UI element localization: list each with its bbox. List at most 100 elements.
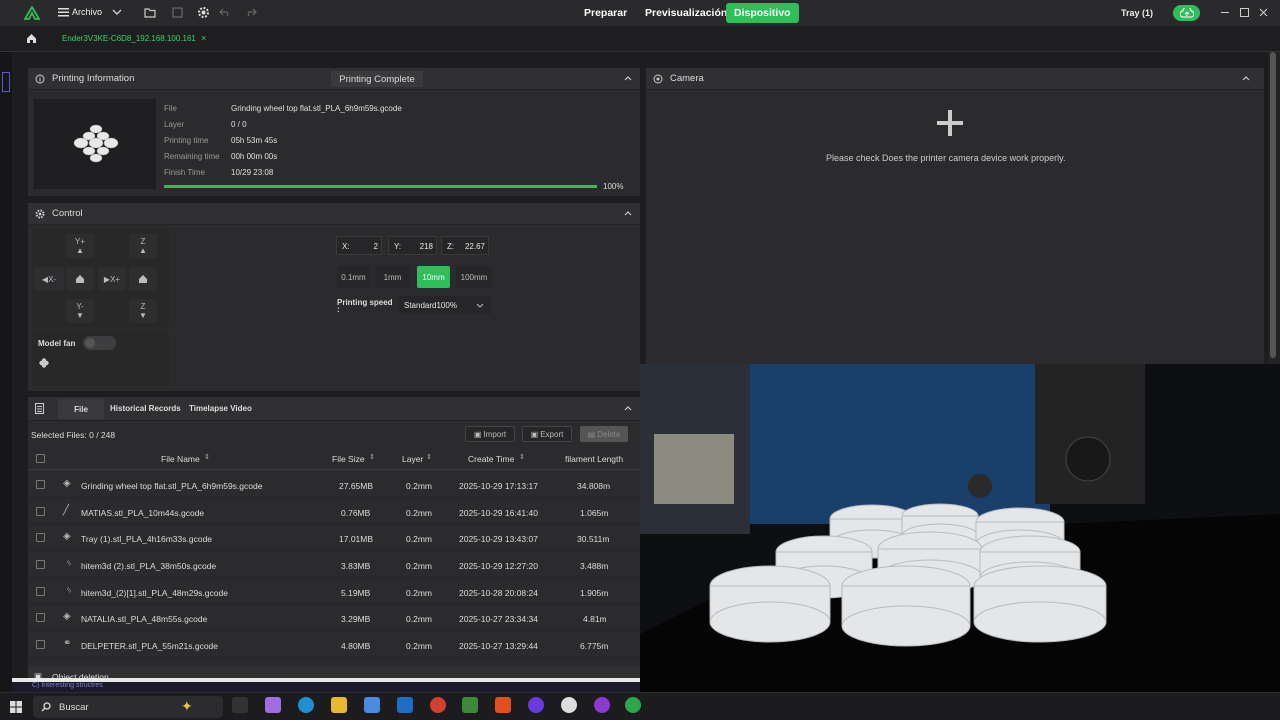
printing-speed-select[interactable]: Standard100% xyxy=(399,296,491,314)
row-checkbox[interactable] xyxy=(36,640,45,649)
add-camera-icon[interactable] xyxy=(937,110,963,136)
table-row[interactable]: ◈ NATALIA.stl_PLA_48m55s.gcode 3.29MB 0.2mm… xyxy=(28,605,640,631)
windows-start-icon[interactable] xyxy=(10,701,22,713)
tab-timelapse-video[interactable]: Timelapse Video xyxy=(189,404,252,413)
jog-z-down[interactable]: Z ▼ xyxy=(129,299,157,323)
row-checkbox[interactable] xyxy=(36,533,45,542)
camera-header[interactable]: Camera xyxy=(646,68,1264,90)
scrollbar-thumb[interactable] xyxy=(1270,52,1276,358)
collapse-icon[interactable] xyxy=(624,405,632,411)
table-row[interactable]: ◈ Grinding wheel top flat.stl_PLA_6h9m59s… xyxy=(28,472,640,498)
collapse-icon[interactable] xyxy=(1242,75,1250,81)
chrome-icon[interactable] xyxy=(430,697,446,713)
export-button[interactable]: ▣ Export xyxy=(522,426,572,442)
gear-icon[interactable] xyxy=(197,6,210,19)
jog-z-up[interactable]: Z ▲ xyxy=(129,234,157,258)
file-menu[interactable]: Archivo xyxy=(58,7,102,17)
file-filament-length: 4.81m xyxy=(583,614,607,624)
control-header[interactable]: Control xyxy=(28,203,640,225)
tab-file[interactable]: File xyxy=(58,399,104,419)
minimize-icon[interactable] xyxy=(1221,10,1229,14)
header-layer[interactable]: Layer xyxy=(402,454,423,464)
brave-icon[interactable] xyxy=(495,697,511,713)
video-overlay-strip: C) Interesting structres xyxy=(12,682,640,692)
step-10mm[interactable]: 10mm xyxy=(417,266,450,288)
device-tab[interactable]: Ender3V3KE-C6D8_192.168.100.161 xyxy=(62,34,196,43)
header-filament-length[interactable]: filament Length xyxy=(565,454,623,464)
chevron-down-icon[interactable] xyxy=(112,8,122,16)
store-icon[interactable] xyxy=(364,697,380,713)
home-xy-button[interactable] xyxy=(66,267,94,291)
title-bar: Archivo Preparar Previsualización Dispos… xyxy=(0,0,1280,26)
file-filament-length: 30.511m xyxy=(577,534,610,544)
undo-icon[interactable] xyxy=(219,7,231,17)
sort-icon[interactable]: ⇕ xyxy=(369,453,375,461)
redo-icon[interactable] xyxy=(245,7,257,17)
home-z-button[interactable] xyxy=(129,267,157,291)
header-file-size[interactable]: File Size xyxy=(332,454,365,464)
copilot-icon[interactable] xyxy=(265,697,281,713)
table-row[interactable]: ◈ Tray (1).stl_PLA_4h16m33s.gcode 17.01MB 0… xyxy=(28,525,640,551)
file-explorer-icon[interactable] xyxy=(331,697,347,713)
home-icon[interactable] xyxy=(26,33,37,44)
header-file-name[interactable]: File Name xyxy=(161,454,200,464)
jog-x-minus[interactable]: ◀ X- xyxy=(34,267,64,291)
taskbar-search[interactable]: Buscar ✦ xyxy=(33,696,223,718)
collapse-icon[interactable] xyxy=(624,210,632,216)
import-button[interactable]: ▣ Import xyxy=(465,426,515,442)
file-name: MATIAS.stl_PLA_10m44s.gcode xyxy=(81,508,205,518)
row-checkbox[interactable] xyxy=(36,560,45,569)
x-coordinate: X: 2 xyxy=(336,236,382,255)
step-0-1mm[interactable]: 0.1mm xyxy=(337,266,370,288)
tab-historical-records[interactable]: Historical Records xyxy=(110,404,181,413)
jog-y-minus[interactable]: Y- ▼ xyxy=(66,299,94,323)
app-icon[interactable] xyxy=(594,697,610,713)
maximize-icon[interactable] xyxy=(1240,8,1249,17)
chatgpt-icon[interactable] xyxy=(561,697,577,713)
edge-icon[interactable] xyxy=(298,697,314,713)
save-icon[interactable] xyxy=(172,7,183,18)
minecraft-icon[interactable] xyxy=(462,697,478,713)
file-create-time: 2025-10-29 17:13:17 xyxy=(459,481,538,491)
file-create-time: 2025-10-29 12:27:20 xyxy=(459,561,538,571)
table-row[interactable]: ╱ MATIAS.stl_PLA_10m44s.gcode 0.76MB 0.2mm 2… xyxy=(28,499,640,525)
delete-button[interactable]: ▤ Delete xyxy=(580,426,628,442)
row-checkbox[interactable] xyxy=(36,587,45,596)
step-100mm[interactable]: 100mm xyxy=(456,266,492,288)
printing-info-title: Printing Information xyxy=(52,73,135,84)
header-create-time[interactable]: Create Time xyxy=(468,454,514,464)
task-view-icon[interactable] xyxy=(232,697,248,713)
open-folder-icon[interactable] xyxy=(144,7,156,18)
printing-info-header[interactable]: Printing Information Printing Complete xyxy=(28,68,640,90)
table-row[interactable]: ᛃ hitem3d (2).stl_PLA_38m50s.gcode 3.83MB 0… xyxy=(28,552,640,578)
file-layer: 0.2mm xyxy=(406,508,432,518)
tray-label[interactable]: Tray (1) xyxy=(1121,8,1153,18)
outlook-icon[interactable] xyxy=(397,697,413,713)
close-icon[interactable] xyxy=(1259,8,1268,17)
row-checkbox[interactable] xyxy=(36,480,45,489)
nav-device[interactable]: Dispositivo xyxy=(726,3,799,23)
model-fan-toggle[interactable] xyxy=(83,336,116,350)
step-1mm[interactable]: 1mm xyxy=(376,266,409,288)
file-name: NATALIA.stl_PLA_48m55s.gcode xyxy=(81,614,208,624)
table-row[interactable]: ⚭ DELPETER.stl_PLA_55m21s.gcode 4.80MB 0.2m… xyxy=(28,632,640,658)
nav-prepare[interactable]: Preparar xyxy=(584,7,627,19)
row-checkbox[interactable] xyxy=(36,507,45,516)
row-checkbox[interactable] xyxy=(36,613,45,622)
cloud-upload-button[interactable] xyxy=(1173,5,1200,21)
table-row[interactable]: ᛃ hitem3d_(2)[1].stl_PLA_48m29s.gcode 5.19… xyxy=(28,579,640,605)
sort-icon[interactable]: ⇕ xyxy=(519,453,525,461)
jog-y-plus[interactable]: Y+ ▲ xyxy=(66,234,94,258)
nav-preview[interactable]: Previsualización xyxy=(645,7,727,19)
select-all-checkbox[interactable] xyxy=(36,454,45,463)
messenger-icon[interactable] xyxy=(528,697,544,713)
camera-panel: Camera Please check Does the printer cam… xyxy=(646,68,1264,364)
finish-time-label: Finish Time xyxy=(164,168,205,177)
jog-x-plus[interactable]: ▶ X+ xyxy=(98,267,126,291)
file-panel-header: File Historical Records Timelapse Video xyxy=(28,397,640,421)
sort-icon[interactable]: ⇕ xyxy=(426,453,432,461)
collapse-icon[interactable] xyxy=(624,75,632,81)
sort-icon[interactable]: ⇕ xyxy=(204,453,210,461)
device-tab-close[interactable]: × xyxy=(201,33,206,43)
whatsapp-icon[interactable] xyxy=(625,697,641,713)
